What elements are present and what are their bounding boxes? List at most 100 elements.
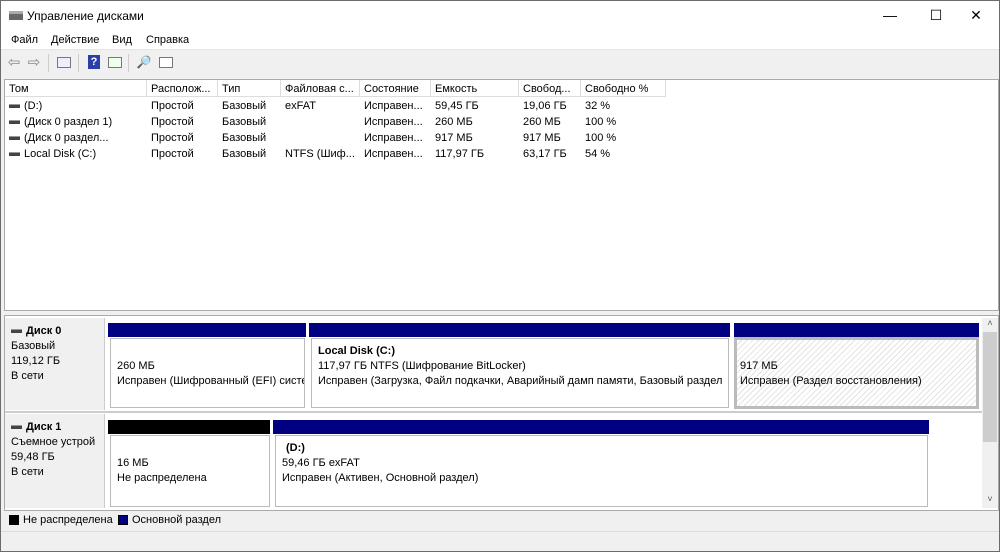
cell-text: Простой: [151, 132, 194, 144]
table-cell: Простой: [147, 98, 218, 114]
legend-swatch: [118, 515, 128, 526]
column-header-free-percent[interactable]: Свободно %: [581, 80, 666, 97]
disk-0-label[interactable]: Диск 0 Базовый 119,12 ГБ В сети: [5, 318, 105, 410]
partition-efi[interactable]: 260 МБ Исправен (Шифрованный (EFI) систе: [110, 338, 305, 408]
cell-text: 100 %: [585, 132, 617, 144]
table-row[interactable]: (D:) Простой Базовый exFAT Исправен... 59,45 …: [5, 98, 665, 114]
cell-text: Базовый: [222, 132, 267, 144]
console-tree-icon[interactable]: [55, 54, 73, 70]
column-header-layout[interactable]: Располож...: [147, 80, 218, 97]
scroll-down-icon[interactable]: ˅: [982, 494, 998, 508]
table-row[interactable]: Local Disk (C:) Простой Базовый NTFS (Шиф..…: [5, 146, 665, 162]
partition-d[interactable]: (D:) 59,46 ГБ exFAT Исправен (Активен, О…: [275, 435, 928, 507]
table-cell: Простой: [147, 146, 218, 162]
table-cell: 917 МБ: [519, 130, 581, 146]
toolbar: ⇦ ⇨ ? 🔎: [1, 51, 999, 75]
disk-type: Базовый: [11, 340, 56, 352]
partition-size: 917 МБ: [740, 360, 778, 372]
disk-1-label[interactable]: Диск 1 Съемное устрой 59,48 ГБ В сети: [5, 414, 105, 508]
app-icon: [9, 11, 23, 20]
unallocated-space[interactable]: 16 МБ Не распределена: [110, 435, 270, 507]
rescan-icon[interactable]: 🔎: [135, 54, 153, 70]
table-cell: (Диск 0 раздел...: [5, 130, 147, 146]
cell-text: 117,97 ГБ: [435, 148, 485, 160]
vertical-scrollbar[interactable]: ˄ ˅: [982, 318, 998, 508]
help-icon[interactable]: ?: [85, 54, 103, 70]
cell-text: 19,06 ГБ: [523, 100, 567, 112]
action-pane-icon[interactable]: [106, 54, 124, 70]
toolbar-separator: [128, 54, 129, 72]
partition-c[interactable]: Local Disk (C:) 117,97 ГБ NTFS (Шифрован…: [311, 338, 729, 408]
cell-text: Простой: [151, 116, 194, 128]
table-cell: 100 %: [581, 130, 666, 146]
table-cell: Исправен...: [360, 114, 431, 130]
partition-title: [740, 344, 973, 359]
partition-recovery[interactable]: 917 МБ Исправен (Раздел восстановления): [734, 337, 979, 409]
forward-icon[interactable]: ⇨: [25, 54, 43, 71]
column-header-type[interactable]: Тип: [218, 80, 281, 97]
properties-icon[interactable]: [157, 54, 175, 70]
column-header-status[interactable]: Состояние: [360, 80, 431, 97]
back-icon[interactable]: ⇦: [5, 54, 23, 71]
disk-size: 59,48 ГБ: [11, 451, 55, 463]
legend-label: Основной раздел: [132, 514, 221, 526]
table-cell: Базовый: [218, 114, 281, 130]
table-cell: Исправен...: [360, 130, 431, 146]
menu-action[interactable]: Действие: [51, 34, 99, 46]
table-row[interactable]: (Диск 0 раздел 1) Простой Базовый Исправен.…: [5, 114, 665, 130]
partition-status: Исправен (Загрузка, Файл подкачки, Авари…: [318, 375, 723, 387]
cell-text: 917 МБ: [523, 132, 561, 144]
cell-text: 260 МБ: [435, 116, 473, 128]
column-header-filesystem[interactable]: Файловая с...: [281, 80, 360, 97]
toolbar-separator: [78, 54, 79, 72]
legend-swatch: [9, 515, 19, 526]
cell-text: Базовый: [222, 100, 267, 112]
partition-size: 117,97 ГБ NTFS (Шифрование BitLocker): [318, 360, 526, 372]
table-row[interactable]: (Диск 0 раздел... Простой Базовый Исправен.…: [5, 130, 665, 146]
cell-text: Исправен...: [364, 100, 423, 112]
cell-text: 100 %: [585, 116, 617, 128]
disk-graphical-view: Диск 0 Базовый 119,12 ГБ В сети Диск 1 С…: [4, 315, 999, 511]
cell-text: Исправен...: [364, 148, 423, 160]
partition-bar: [273, 420, 929, 434]
table-cell: 260 МБ: [519, 114, 581, 130]
volume-icon: [9, 104, 20, 109]
menu-help[interactable]: Справка: [146, 34, 189, 46]
disk-icon: [11, 329, 22, 334]
cell-text: 54 %: [585, 148, 611, 160]
minimize-button[interactable]: —: [867, 1, 913, 31]
cell-text: Исправен...: [364, 132, 423, 144]
title-bar: Управление дисками — ☐ ✕: [1, 1, 999, 31]
disk-icon: [11, 425, 22, 430]
table-cell: 260 МБ: [431, 114, 519, 130]
table-cell: NTFS (Шиф...: [281, 146, 360, 162]
volume-icon: [9, 152, 20, 157]
column-header-capacity[interactable]: Емкость: [431, 80, 519, 97]
table-cell: Простой: [147, 114, 218, 130]
cell-text: Local Disk (C:): [24, 148, 97, 160]
menu-file[interactable]: Файл: [11, 34, 38, 46]
partition-title: (D:): [286, 442, 305, 454]
cell-text: 32 %: [585, 100, 611, 112]
partition-status: Исправен (Шифрованный (EFI) систе: [117, 375, 305, 387]
table-cell: (D:): [5, 98, 147, 114]
legend-unallocated: Не распределена: [9, 514, 113, 526]
disk-name: Диск 0: [26, 325, 62, 337]
cell-text: 59,45 ГБ: [435, 100, 479, 112]
scroll-up-icon[interactable]: ˄: [982, 318, 998, 332]
scrollbar-thumb[interactable]: [983, 332, 997, 442]
legend-label: Не распределена: [23, 514, 113, 526]
menu-view[interactable]: Вид: [112, 34, 132, 46]
cell-text: 260 МБ: [523, 116, 561, 128]
column-header-volume[interactable]: Том: [5, 80, 147, 97]
table-cell: 100 %: [581, 114, 666, 130]
column-header-free[interactable]: Свобод...: [519, 80, 581, 97]
close-button[interactable]: ✕: [953, 1, 999, 31]
disk-divider: [5, 411, 983, 413]
partition-status: Не распределена: [117, 472, 207, 484]
cell-text: (D:): [24, 100, 43, 112]
table-cell: exFAT: [281, 98, 360, 114]
table-cell: Простой: [147, 130, 218, 146]
disk-status: В сети: [11, 466, 44, 478]
unallocated-bar: [108, 420, 270, 434]
